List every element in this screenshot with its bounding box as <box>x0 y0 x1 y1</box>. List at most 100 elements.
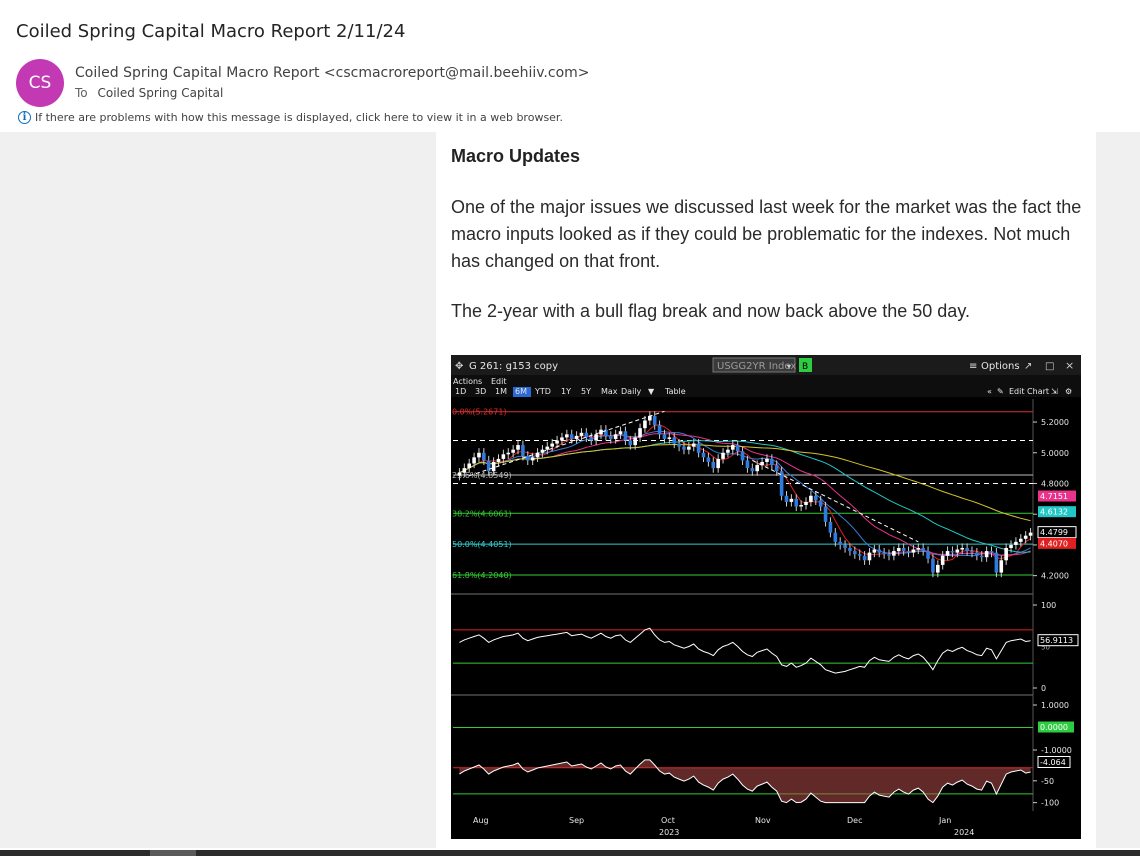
collapse-icon[interactable]: « <box>987 387 992 396</box>
candle-body <box>965 547 969 552</box>
candle-body <box>936 564 940 573</box>
last-value-label: 4.4799 <box>1040 528 1068 537</box>
candle-body <box>589 437 594 441</box>
candle-body <box>789 498 794 502</box>
candle-body <box>960 547 965 550</box>
chart-title: G 261: g153 copy <box>469 361 558 372</box>
chart-svg: ✥ G 261: g153 copy USGG2YR Index ▾ B ≡ O… <box>451 355 1081 837</box>
actions-menu[interactable]: Actions <box>453 377 482 386</box>
candle-body <box>901 547 906 552</box>
candle-body <box>1009 544 1013 548</box>
plot-layer: 0.0%(5.2671)23.6%(4.8549)38.2%(4.6061)50… <box>451 399 1079 837</box>
candle-body <box>818 500 823 507</box>
last-value-label: 4.6132 <box>1040 508 1068 517</box>
rsi-axis-tick-label: 100 <box>1041 601 1056 610</box>
period-button-1m[interactable]: 1M <box>495 387 507 396</box>
candle-body <box>950 551 955 553</box>
table-button[interactable]: Table <box>664 387 686 396</box>
section-heading: Macro Updates <box>451 146 581 166</box>
scrollbar-thumb[interactable] <box>150 850 196 856</box>
candle-body <box>828 521 833 533</box>
candle-body <box>1028 532 1033 536</box>
bloomberg-chart-image: ✥ G 261: g153 copy USGG2YR Index ▾ B ≡ O… <box>451 355 1081 839</box>
candle-body <box>623 431 628 441</box>
candle-body <box>691 443 696 447</box>
candle-body <box>838 541 842 545</box>
fib-level-label: 50.0%(4.4051) <box>452 540 512 549</box>
ticker-badge-text: B <box>802 362 808 372</box>
candle-body <box>530 457 535 461</box>
x-axis-month-label: Sep <box>569 816 584 825</box>
candle-body <box>506 452 511 455</box>
price-axis-tick-label: 5.0000 <box>1041 449 1069 458</box>
ticker-dropdown-icon[interactable]: ▾ <box>787 362 791 371</box>
candle-body <box>608 435 613 439</box>
frequency-select[interactable]: Daily <box>621 387 642 396</box>
period-button-5y[interactable]: 5Y <box>581 387 591 396</box>
candle-body <box>682 446 686 450</box>
candle-body <box>867 552 872 561</box>
maximize-icon[interactable]: □ <box>1045 361 1054 372</box>
candle-body <box>687 446 691 450</box>
period-button-ytd[interactable]: YTD <box>534 387 551 396</box>
price-axis-tick-label: 4.8000 <box>1041 479 1069 488</box>
settings-gear-icon[interactable]: ⚙ <box>1065 387 1072 396</box>
candle-body <box>857 554 862 556</box>
candle-body <box>994 552 999 573</box>
x-axis-month-label: Aug <box>473 816 489 825</box>
display-problem-text[interactable]: If there are problems with how this mess… <box>35 111 563 124</box>
fib-level-label: 61.8%(4.2040) <box>452 571 512 580</box>
candle-body <box>940 555 945 565</box>
candle-body <box>989 551 994 553</box>
rsi-line <box>459 627 1031 674</box>
sender-address[interactable]: Coiled Spring Capital Macro Report <cscm… <box>75 65 590 81</box>
period-button-6m[interactable]: 6M <box>515 387 527 396</box>
candle-body <box>794 498 799 507</box>
candle-body <box>457 472 462 476</box>
candle-body <box>755 465 760 472</box>
pencil-icon[interactable]: ✎ <box>997 387 1004 396</box>
candle-body <box>1004 547 1008 561</box>
candle-body <box>667 437 672 439</box>
candle-body <box>911 549 916 553</box>
candle-body <box>525 455 530 461</box>
candle-body <box>955 549 960 553</box>
candle-body <box>613 434 618 439</box>
draw-icon[interactable]: ⇲ <box>1051 387 1058 396</box>
candle-body <box>906 551 911 553</box>
candle-body <box>486 460 491 472</box>
bottom-scrollbar[interactable] <box>0 850 1140 856</box>
display-problem-notice[interactable]: i If there are problems with how this me… <box>18 111 563 124</box>
period-button-3d[interactable]: 3D <box>475 387 486 396</box>
candle-body <box>1018 538 1023 542</box>
candle-body <box>555 440 559 444</box>
candle-body <box>643 420 647 429</box>
options-menu-icon[interactable]: ≡ <box>969 361 977 372</box>
recipient-line: To Coiled Spring Capital <box>75 86 223 100</box>
close-icon[interactable]: × <box>1065 359 1074 372</box>
period-button-1y[interactable]: 1Y <box>561 387 571 396</box>
candle-body <box>701 452 706 458</box>
candle-body <box>511 449 515 453</box>
sender-avatar[interactable]: CS <box>16 59 64 107</box>
x-axis-month-label: Dec <box>847 816 862 825</box>
fib-level-label: 0.0%(5.2671) <box>452 408 507 417</box>
candle-body <box>823 506 828 522</box>
move-icon[interactable]: ✥ <box>455 361 463 372</box>
frequency-dropdown-icon[interactable]: ▼ <box>648 387 655 396</box>
options-button[interactable]: Options <box>981 361 1020 372</box>
recipient-name[interactable]: Coiled Spring Capital <box>97 86 223 100</box>
candle-body <box>662 434 667 439</box>
popout-icon[interactable]: ↗ <box>1024 361 1032 372</box>
period-button-1d[interactable]: 1D <box>455 387 466 396</box>
candle-body <box>638 428 642 438</box>
edit-menu[interactable]: Edit <box>491 377 507 386</box>
candle-body <box>696 443 701 453</box>
period-button-max[interactable]: Max <box>601 387 618 396</box>
candle-body <box>657 425 662 435</box>
candle-body <box>633 437 637 446</box>
last-value-label: 4.4070 <box>1040 539 1068 548</box>
body-paragraph-2: The 2-year with a bull flag break and no… <box>451 301 970 321</box>
oscillator-axis-tick-label: -1.0000 <box>1041 746 1072 755</box>
edit-chart-button[interactable]: Edit Chart <box>1009 387 1049 396</box>
